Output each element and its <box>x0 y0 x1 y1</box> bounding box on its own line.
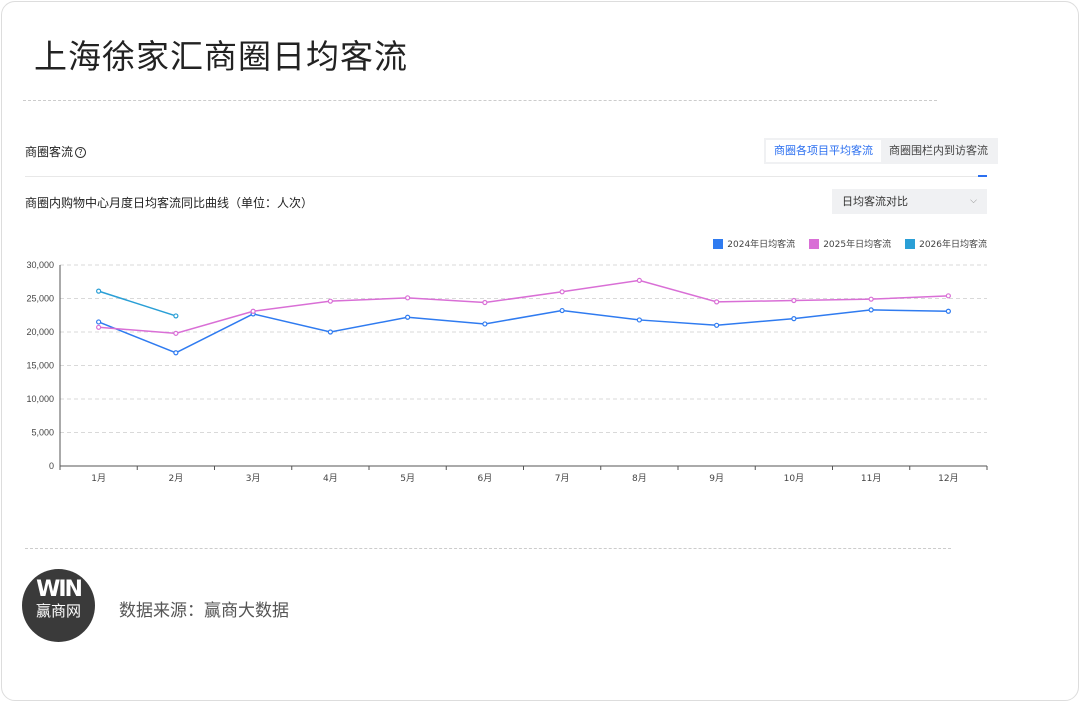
x-tick-label: 4月 <box>323 473 338 484</box>
x-tick-label: 7月 <box>555 473 570 484</box>
tab-project-avg[interactable]: 商圈各项目平均客流 <box>766 140 881 162</box>
section-title-text: 商圈客流 <box>25 145 74 159</box>
series-line <box>98 279 949 335</box>
data-point <box>559 289 565 295</box>
data-point <box>250 308 256 314</box>
legend-label: 2024年日均客流 <box>727 240 796 250</box>
data-point <box>482 299 488 306</box>
x-tick-label: 3月 <box>246 473 261 484</box>
data-point <box>327 298 333 304</box>
legend-swatch <box>809 238 820 249</box>
chart-title: 商圈内购物中心月度日均客流同比曲线（单位：人次） <box>25 196 314 210</box>
x-tick-label: 1月 <box>91 473 106 484</box>
data-point <box>636 277 642 284</box>
series-line <box>98 309 949 354</box>
x-tick-label: 10月 <box>784 473 804 484</box>
x-tick-label: 12月 <box>938 473 958 484</box>
help-icon[interactable]: ? <box>75 147 87 158</box>
data-point <box>96 324 102 330</box>
y-tick-label: 20,000 <box>26 327 54 337</box>
series-line <box>98 290 177 317</box>
data-point <box>714 299 720 305</box>
data-point <box>405 314 411 320</box>
y-tick-label: 30,000 <box>26 260 54 270</box>
winshang-logo: WIN 赢商网 <box>22 569 95 642</box>
divider <box>25 176 987 177</box>
data-point <box>405 295 411 301</box>
y-tick-label: 5,000 <box>31 428 54 438</box>
legend-item-2025[interactable]: 2025年日均客流 <box>809 237 891 250</box>
data-point <box>868 307 874 313</box>
section-title: 商圈客流? <box>25 143 87 160</box>
legend-item-2026[interactable]: 2026年日均客流 <box>905 237 987 250</box>
page-title: 上海徐家汇商圈日均客流 <box>34 37 408 76</box>
select-value: 日均客流对比 <box>842 195 908 208</box>
x-tick-label: 11月 <box>861 473 881 484</box>
divider <box>23 100 937 101</box>
tab-fence-visits[interactable]: 商圈围栏内到访客流 <box>881 140 996 162</box>
legend-swatch <box>905 238 916 249</box>
x-tick-label: 2月 <box>169 473 184 484</box>
data-point <box>173 330 179 336</box>
chevron-down-icon: ⌵ <box>970 196 977 206</box>
y-tick-label: 15,000 <box>26 361 54 371</box>
data-point <box>714 322 720 328</box>
y-tick-label: 25,000 <box>26 294 54 304</box>
metric-select[interactable]: 日均客流对比 ⌵ <box>832 189 987 214</box>
scroll-indicator <box>978 175 987 177</box>
data-point <box>636 317 642 323</box>
data-point <box>791 315 797 322</box>
data-point <box>327 329 333 335</box>
tab-group: 商圈各项目平均客流 商圈围栏内到访客流 <box>764 138 998 164</box>
divider <box>25 548 951 549</box>
data-point <box>868 296 874 302</box>
data-point <box>945 293 951 299</box>
legend-label: 2026年日均客流 <box>919 240 987 250</box>
data-point <box>945 308 951 314</box>
x-tick-label: 8月 <box>632 473 647 484</box>
data-point <box>559 307 565 314</box>
legend-swatch <box>713 238 724 249</box>
line-chart: 0 5,000 10,000 15,000 20,000 25,000 30,000 1月 2月… <box>26 260 988 484</box>
x-tick-label: 6月 <box>478 473 493 484</box>
y-tick-label: 10,000 <box>26 394 54 404</box>
logo-text: WIN <box>36 577 83 602</box>
legend: 2024年日均客流 2025年日均客流 2026年日均客流 <box>713 237 987 250</box>
legend-label: 2025年日均客流 <box>823 240 892 250</box>
data-point <box>173 313 179 319</box>
data-point <box>96 288 102 294</box>
logo-subtext: 赢商网 <box>35 602 81 620</box>
data-point <box>791 297 797 304</box>
data-point <box>173 350 179 356</box>
data-point <box>482 321 488 327</box>
x-tick-label: 5月 <box>400 473 415 484</box>
legend-item-2024[interactable]: 2024年日均客流 <box>713 237 795 250</box>
data-point <box>96 319 102 325</box>
y-tick-label: 0 <box>49 461 54 471</box>
data-source: 数据来源：赢商大数据 <box>119 601 289 621</box>
x-tick-label: 9月 <box>709 473 724 484</box>
